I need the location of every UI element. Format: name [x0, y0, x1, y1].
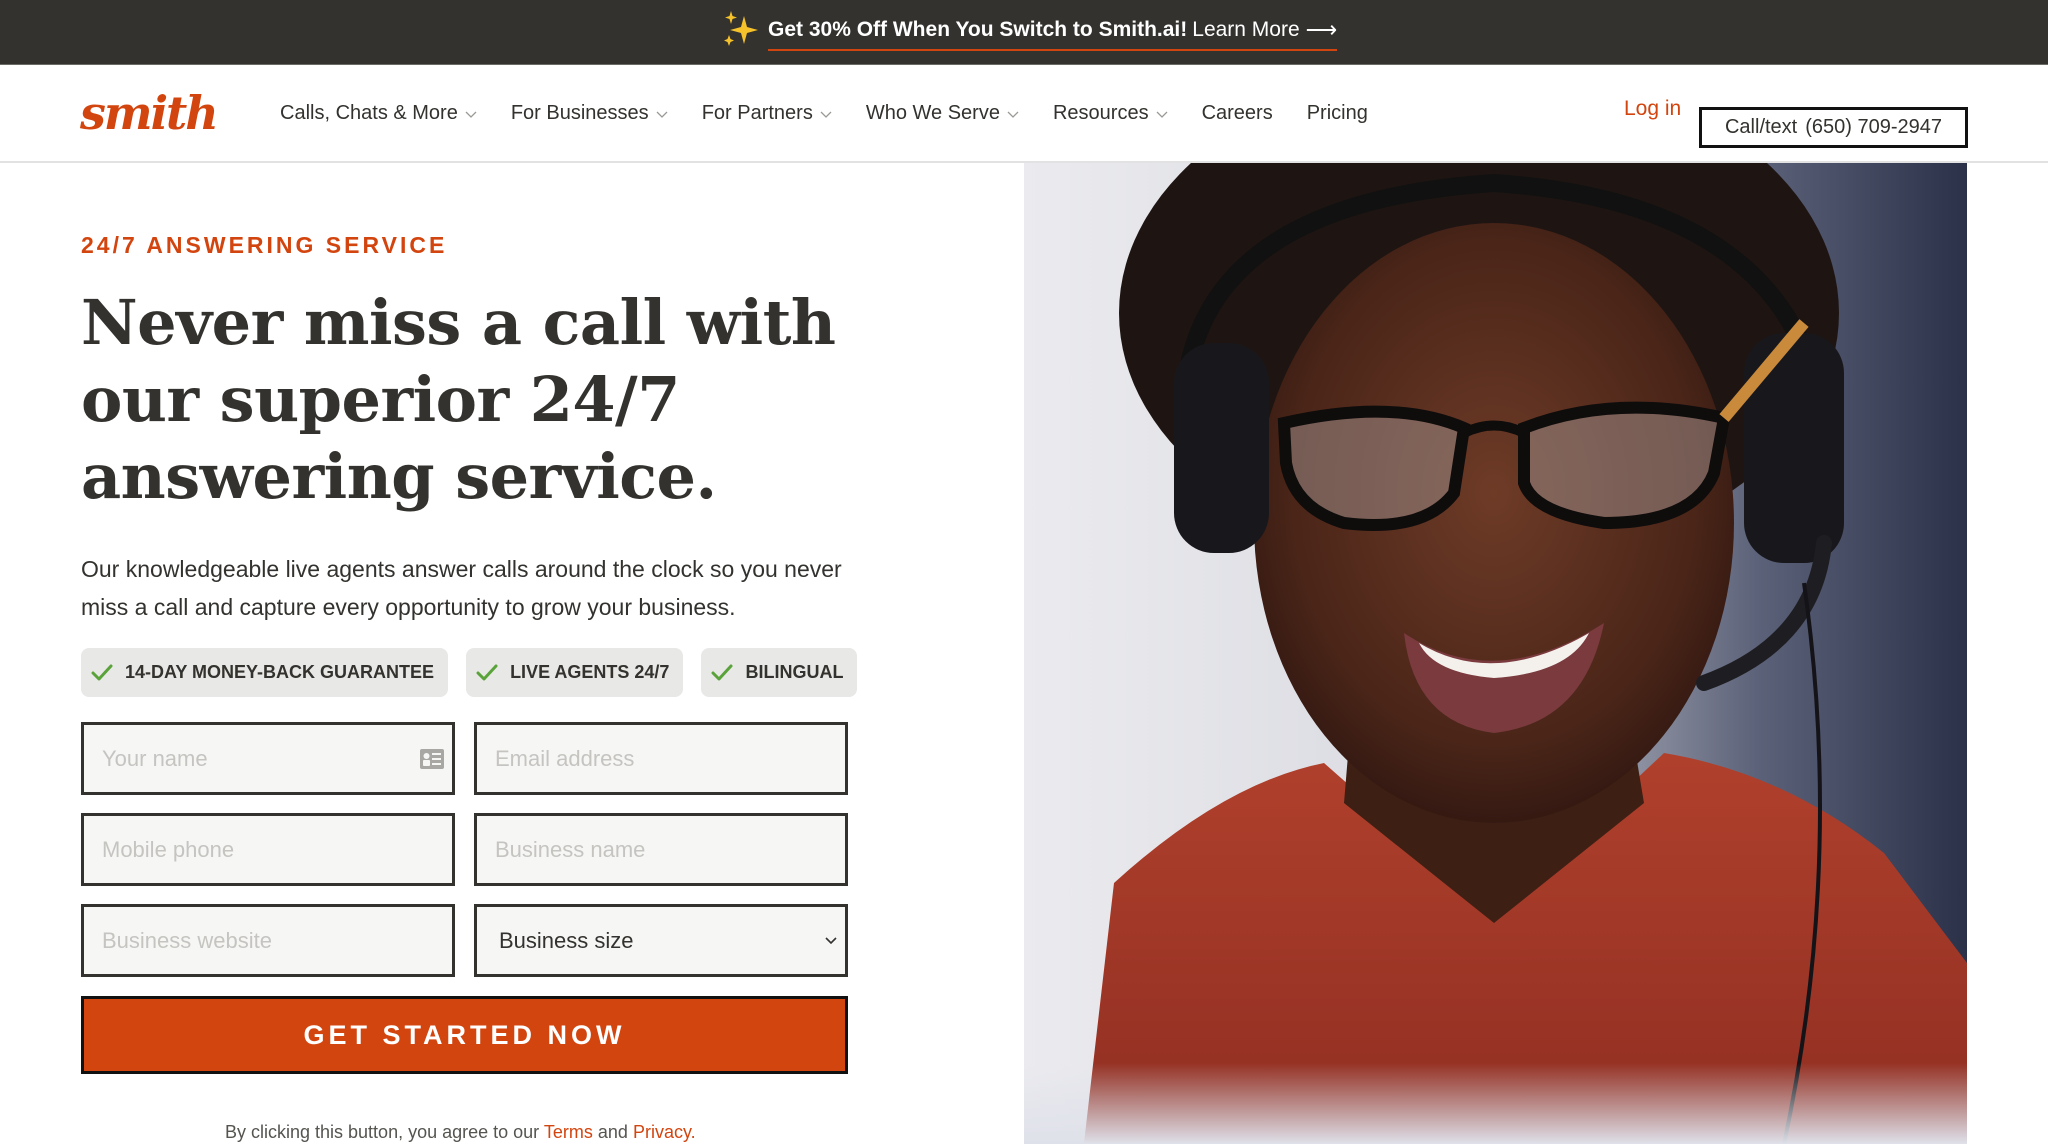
sparkles-icon [724, 11, 758, 46]
nav-item-resources[interactable]: Resources [1053, 102, 1168, 125]
business-name-input[interactable] [495, 816, 845, 883]
contact-card-icon[interactable] [420, 749, 444, 769]
chevron-down-icon [465, 111, 477, 118]
promo-banner: Get 30% Off When You Switch to Smith.ai!… [0, 0, 2048, 65]
glasses-left-lens [1277, 405, 1471, 531]
disclaimer-text: By clicking this button, you agree to ou… [225, 1122, 540, 1142]
chevron-down-icon [820, 111, 832, 118]
promo-headline: Get 30% Off When You Switch to Smith.ai! [768, 18, 1188, 41]
chevron-down-icon [656, 111, 668, 118]
agent-illustration [1024, 163, 1967, 1144]
call-label: Call/text [1724, 116, 1798, 138]
hero-lead-paragraph: Our knowledgeable live agents answer cal… [81, 556, 842, 620]
badge-label: BILINGUAL [745, 662, 844, 682]
feature-badges: 14-DAY MONEY-BACK GUARANTEE LIVE AGENTS … [81, 648, 875, 697]
nav-label: Who We Serve [865, 101, 1000, 124]
badge-money-back: 14-DAY MONEY-BACK GUARANTEE [81, 648, 449, 697]
mobile-phone-input[interactable] [102, 816, 452, 883]
phone-number: (650) 709-2947 [1805, 116, 1943, 138]
nav-label: Resources [1052, 101, 1149, 124]
headline-line: answering service. [81, 440, 717, 513]
headline-line: our superior 24/7 [81, 363, 680, 436]
hero-eyebrow: 24/7 ANSWERING SERVICE [81, 232, 448, 258]
nav-label: For Partners [701, 101, 813, 124]
headset-left-ear [1174, 343, 1269, 553]
site-header: smith Calls, Chats & More For Businesses… [0, 65, 2048, 163]
learn-more-label: Learn More [1192, 18, 1300, 41]
check-icon [91, 664, 113, 680]
privacy-link[interactable]: Privacy. [633, 1122, 696, 1142]
chevron-down-icon [1156, 111, 1168, 118]
arrow-right-icon: ⟶ [1305, 17, 1338, 42]
headline-line: Never miss a call with [81, 286, 836, 359]
promo-learn-more-link[interactable]: Get 30% Off When You Switch to Smith.ai!… [768, 17, 1338, 51]
business-website-input[interactable] [102, 907, 452, 974]
photo-bottom-fade [1024, 1063, 1967, 1144]
email-field[interactable] [474, 722, 848, 795]
business-website-field[interactable] [81, 904, 455, 977]
badge-bilingual: BILINGUAL [701, 648, 858, 697]
nav-item-for-businesses[interactable]: For Businesses [511, 102, 668, 125]
badge-label: LIVE AGENTS 24/7 [510, 662, 670, 682]
hero-photo [1024, 163, 1967, 1144]
business-size-value: Business size [499, 927, 634, 953]
nav-item-for-partners[interactable]: For Partners [702, 102, 832, 125]
nav-label: For Businesses [510, 101, 649, 124]
badge-label: 14-DAY MONEY-BACK GUARANTEE [125, 662, 435, 682]
nav-label: Pricing [1306, 101, 1368, 124]
name-input[interactable] [102, 725, 452, 792]
mobile-phone-field[interactable] [81, 813, 455, 886]
check-icon [711, 664, 733, 680]
terms-link[interactable]: Terms [544, 1122, 593, 1142]
nav-item-calls-chats[interactable]: Calls, Chats & More [280, 102, 477, 125]
email-input[interactable] [495, 725, 845, 792]
nav-label: Careers [1201, 101, 1273, 124]
chevron-down-icon [825, 936, 837, 944]
disclaimer-and: and [597, 1122, 628, 1142]
logo-text: smith [80, 89, 217, 137]
nav-label: Calls, Chats & More [280, 101, 458, 124]
name-field[interactable] [81, 722, 455, 795]
chevron-down-icon [1007, 111, 1019, 118]
business-name-field[interactable] [474, 813, 848, 886]
nav-item-careers[interactable]: Careers [1202, 102, 1273, 125]
nav-item-pricing[interactable]: Pricing [1307, 102, 1368, 125]
check-icon [476, 664, 498, 680]
promo-banner-content: Get 30% Off When You Switch to Smith.ai!… [722, 10, 1338, 51]
get-started-button[interactable]: GET STARTED NOW [81, 996, 848, 1074]
form-disclaimer: By clicking this button, you agree to ou… [225, 1122, 696, 1143]
glasses-right-lens [1518, 401, 1731, 530]
call-text-button[interactable]: Call/text (650) 709-2947 [1699, 107, 1968, 148]
nav-item-who-we-serve[interactable]: Who We Serve [866, 102, 1019, 125]
hero-headline: Never miss a call with our superior 24/7… [81, 284, 881, 515]
main-nav: Calls, Chats & More For Businesses For P… [280, 65, 1402, 161]
badge-live-agents: LIVE AGENTS 24/7 [466, 648, 684, 697]
smith-logo[interactable]: smith [80, 89, 246, 137]
login-link[interactable]: Log in [1624, 97, 1681, 121]
business-size-select[interactable]: Business size [474, 904, 848, 977]
